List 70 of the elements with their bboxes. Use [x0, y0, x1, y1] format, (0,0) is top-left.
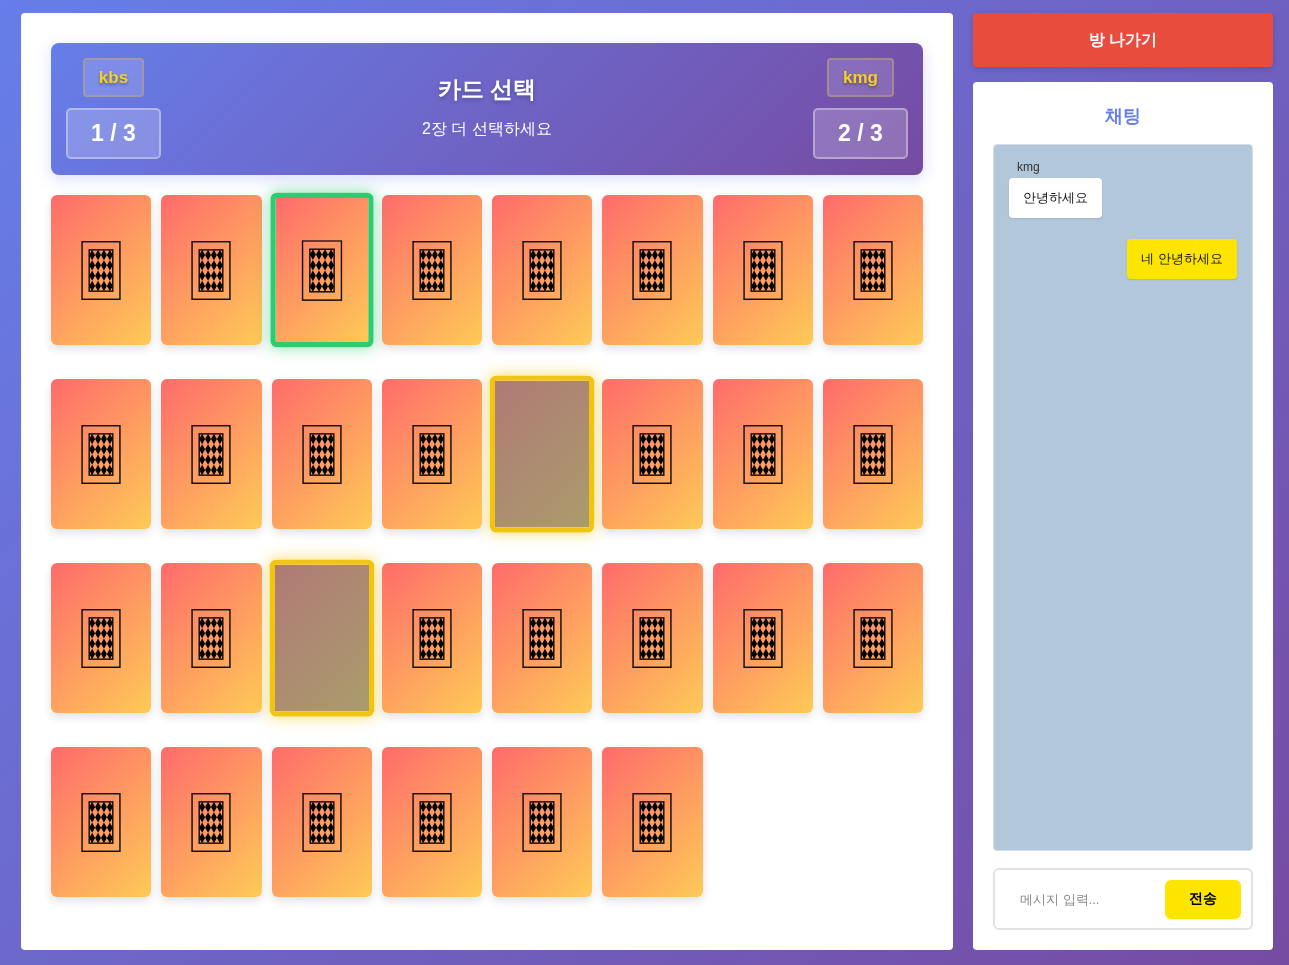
card-back-icon [81, 424, 122, 484]
player-name-tag: kbs [82, 58, 145, 97]
card[interactable] [51, 379, 152, 529]
card[interactable] [822, 563, 923, 713]
card-back-icon [742, 240, 783, 300]
card-back-icon [411, 240, 452, 300]
card[interactable] [271, 379, 372, 529]
card[interactable] [161, 379, 262, 529]
card-back-icon [81, 608, 122, 668]
card[interactable] [381, 195, 482, 345]
card-back-icon [191, 608, 232, 668]
card[interactable] [602, 563, 703, 713]
card[interactable] [381, 379, 482, 529]
card-back-icon [742, 608, 783, 668]
card[interactable] [161, 195, 262, 345]
card-back-icon [191, 240, 232, 300]
card[interactable] [381, 563, 482, 713]
card[interactable] [51, 195, 152, 345]
message-input-bar[interactable]: 메시지 입력... 전송 [993, 868, 1253, 930]
card-back-icon [81, 240, 122, 300]
player-score: 1 / 3 [66, 108, 161, 159]
card-back-icon [632, 792, 673, 852]
card[interactable] [602, 747, 703, 897]
card-back-icon [522, 608, 563, 668]
card[interactable] [492, 195, 593, 345]
card[interactable] [381, 747, 482, 897]
card[interactable] [822, 195, 923, 345]
card-back-icon [191, 792, 232, 852]
card-back-icon [411, 608, 452, 668]
card-back-icon [301, 239, 343, 301]
card[interactable] [161, 563, 262, 713]
card-back-icon [852, 240, 893, 300]
card[interactable] [712, 379, 813, 529]
card[interactable] [712, 563, 813, 713]
card[interactable] [51, 563, 152, 713]
card[interactable] [161, 747, 262, 897]
player-name-tag: kmg [827, 58, 894, 97]
card-back-icon [522, 792, 563, 852]
leave-room-button[interactable]: 방 나가기 [973, 13, 1273, 67]
card[interactable] [492, 747, 593, 897]
card[interactable] [270, 192, 374, 348]
card-back-icon [852, 424, 893, 484]
card[interactable] [492, 563, 593, 713]
card-back-icon [81, 792, 122, 852]
card-back-icon [522, 240, 563, 300]
game-title: 카드 선택 [437, 74, 537, 104]
card-back-icon [301, 792, 342, 852]
message-input[interactable]: 메시지 입력... [1005, 879, 1155, 919]
card-back-icon [632, 424, 673, 484]
card-back-icon [191, 424, 232, 484]
card[interactable] [51, 747, 152, 897]
card-back-icon [411, 792, 452, 852]
card[interactable] [712, 195, 813, 345]
card-back-icon [632, 608, 673, 668]
send-button[interactable]: 전송 [1165, 879, 1241, 919]
card[interactable] [822, 379, 923, 529]
card-back-icon [301, 424, 342, 484]
card[interactable] [271, 747, 372, 897]
card[interactable] [602, 195, 703, 345]
chat-title: 채팅 [1104, 105, 1142, 128]
card-back-icon [852, 608, 893, 668]
card-back-icon [411, 424, 452, 484]
message-sender: kmg [1017, 160, 1040, 174]
game-instruction: 2장 더 선택하세요 [422, 118, 552, 139]
card[interactable] [602, 379, 703, 529]
card-back-icon [632, 240, 673, 300]
message-bubble: 안녕하세요 [1009, 178, 1102, 218]
card-back-icon [742, 424, 783, 484]
player-score: 2 / 3 [813, 108, 908, 159]
message-bubble: 네 안녕하세요 [1127, 239, 1237, 279]
